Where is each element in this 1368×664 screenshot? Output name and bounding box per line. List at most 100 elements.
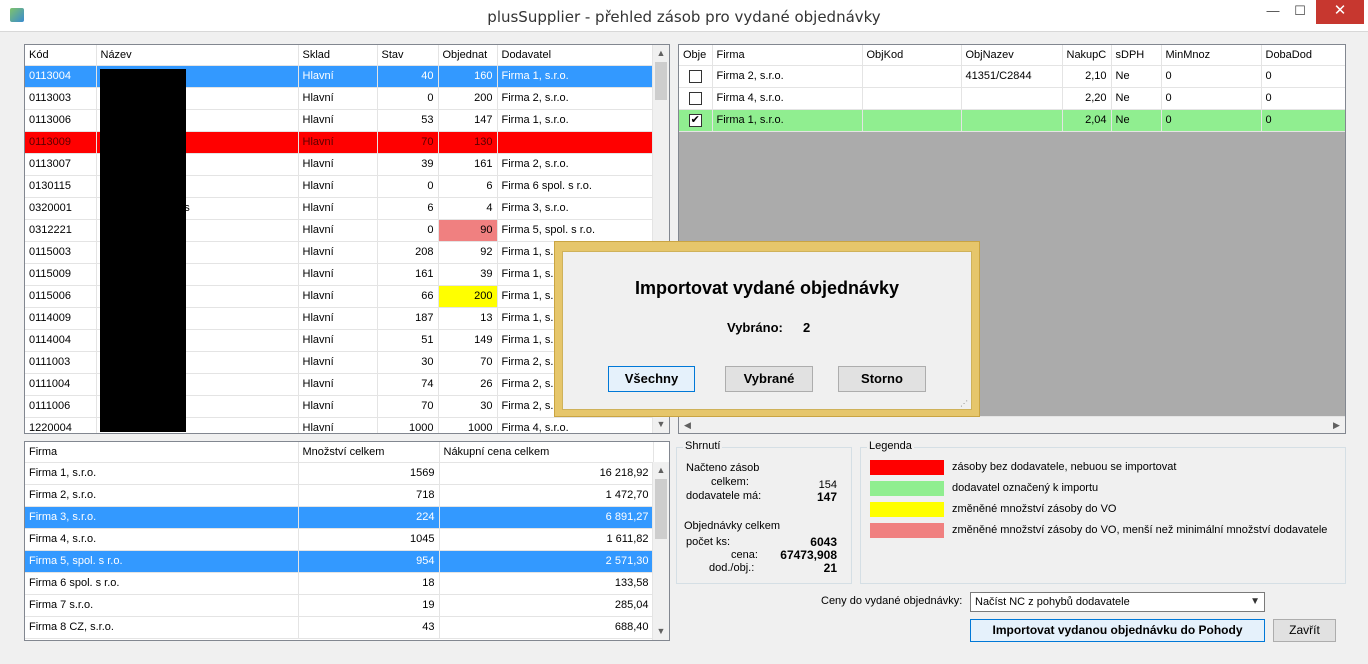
totals-column-header[interactable]: Nákupní cena celkem <box>439 442 654 463</box>
cell-mnozstvi[interactable]: 43 <box>298 616 440 639</box>
cell-cena[interactable]: 1 611,82 <box>439 528 654 551</box>
cell-dodavatel[interactable]: Firma 6 spol. s r.o. <box>497 175 654 198</box>
table-row[interactable]: Firma 6 spol. s r.o. 18 133,58 <box>25 572 654 595</box>
cell-stav[interactable]: 161 <box>377 263 439 286</box>
cell-sklad[interactable]: Hlavní <box>298 197 378 220</box>
cell-objednat[interactable]: 200 <box>438 285 498 308</box>
cell-objednat[interactable]: 26 <box>438 373 498 396</box>
cell-mnozstvi[interactable]: 1569 <box>298 462 440 485</box>
cell-sklad[interactable]: Hlavní <box>298 329 378 352</box>
cell-firma[interactable]: Firma 1, s.r.o. <box>25 462 299 485</box>
cell-kod[interactable]: 0113004 <box>25 65 97 88</box>
cell-dobadod[interactable]: 0 <box>1261 65 1345 88</box>
table-row[interactable]: Firma 2, s.r.o. 718 1 472,70 <box>25 484 654 507</box>
cell-sklad[interactable]: Hlavní <box>298 65 378 88</box>
cell-dodavatel[interactable]: Firma 4, s.r.o. <box>497 417 654 433</box>
cell-checkbox[interactable]: ✔ <box>679 109 713 132</box>
cell-kod[interactable]: 0115003 <box>25 241 97 264</box>
minimize-button[interactable]: — <box>1260 0 1286 24</box>
table-row[interactable]: Firma 1, s.r.o. 1569 16 218,92 <box>25 462 654 485</box>
cell-kod[interactable]: 0111004 <box>25 373 97 396</box>
cell-objkod[interactable] <box>862 109 962 132</box>
table-row[interactable]: Firma 2, s.r.o. 41351/C2844 2,10 Ne 0 0 <box>679 65 1345 88</box>
resize-grip-icon[interactable]: ⋰ <box>960 399 968 408</box>
scroll-up-icon[interactable]: ▲ <box>653 462 669 479</box>
import-order-button[interactable]: Importovat vydanou objednávku do Pohody <box>970 619 1265 642</box>
cell-dodavatel[interactable]: Firma 5, spol. s r.o. <box>497 219 654 242</box>
cell-nakupc[interactable]: 2,20 <box>1062 87 1112 110</box>
cell-mnozstvi[interactable]: 224 <box>298 506 440 529</box>
import-checkbox[interactable] <box>688 91 702 105</box>
cell-kod[interactable]: 0114004 <box>25 329 97 352</box>
totals-grid-scrollbar[interactable]: ▲ ▼ <box>652 462 669 640</box>
cell-dodavatel[interactable]: Firma 1, s.r.o. <box>497 109 654 132</box>
cell-stav[interactable]: 70 <box>377 131 439 154</box>
cell-firma[interactable]: Firma 2, s.r.o. <box>712 65 863 88</box>
scroll-down-icon[interactable]: ▼ <box>653 416 669 433</box>
stock-column-header[interactable]: Objednat <box>438 45 498 66</box>
cell-stav[interactable]: 1000 <box>377 417 439 433</box>
scroll-thumb[interactable] <box>655 62 667 100</box>
supplier-column-header[interactable]: Firma <box>712 45 863 66</box>
cell-sklad[interactable]: Hlavní <box>298 241 378 264</box>
supplier-column-header[interactable]: NakupC <box>1062 45 1112 66</box>
scroll-down-icon[interactable]: ▼ <box>653 623 669 640</box>
cell-stav[interactable]: 6 <box>377 197 439 220</box>
cell-dodavatel[interactable]: Firma 2, s.r.o. <box>497 153 654 176</box>
selected-button[interactable]: Vybrané <box>725 366 813 392</box>
cell-objednat[interactable]: 70 <box>438 351 498 374</box>
cell-firma[interactable]: Firma 2, s.r.o. <box>25 484 299 507</box>
import-checkbox[interactable] <box>688 69 702 83</box>
cell-cena[interactable]: 16 218,92 <box>439 462 654 485</box>
cell-minmnoz[interactable]: 0 <box>1161 87 1262 110</box>
cell-objednat[interactable]: 149 <box>438 329 498 352</box>
cell-dodavatel[interactable]: Firma 2, s.r.o. <box>497 87 654 110</box>
cell-kod[interactable]: 0111006 <box>25 395 97 418</box>
cell-kod[interactable]: 0115009 <box>25 263 97 286</box>
cell-cena[interactable]: 688,40 <box>439 616 654 639</box>
cell-cena[interactable]: 285,04 <box>439 594 654 617</box>
cell-sdph[interactable]: Ne <box>1111 109 1162 132</box>
cell-sklad[interactable]: Hlavní <box>298 153 378 176</box>
cell-nakupc[interactable]: 2,04 <box>1062 109 1112 132</box>
cell-sklad[interactable]: Hlavní <box>298 131 378 154</box>
cell-kod[interactable]: 0113003 <box>25 87 97 110</box>
cell-firma[interactable]: Firma 5, spol. s r.o. <box>25 550 299 573</box>
cell-sklad[interactable]: Hlavní <box>298 373 378 396</box>
cell-objednat[interactable]: 160 <box>438 65 498 88</box>
cell-firma[interactable]: Firma 8 CZ, s.r.o. <box>25 616 299 639</box>
scroll-thumb[interactable] <box>655 479 667 539</box>
totals-column-header[interactable]: Množství celkem <box>298 442 440 463</box>
cell-stav[interactable]: 70 <box>377 395 439 418</box>
cell-objednat[interactable]: 147 <box>438 109 498 132</box>
cell-objednat[interactable]: 1000 <box>438 417 498 433</box>
cell-dobadod[interactable]: 0 <box>1261 87 1345 110</box>
cell-stav[interactable]: 53 <box>377 109 439 132</box>
cell-sklad[interactable]: Hlavní <box>298 417 378 433</box>
cell-nakupc[interactable]: 2,10 <box>1062 65 1112 88</box>
cell-sklad[interactable]: Hlavní <box>298 395 378 418</box>
cell-stav[interactable]: 0 <box>377 87 439 110</box>
cell-kod[interactable]: 0115006 <box>25 285 97 308</box>
stock-column-header[interactable]: Sklad <box>298 45 378 66</box>
cell-cena[interactable]: 6 891,27 <box>439 506 654 529</box>
cell-stav[interactable]: 0 <box>377 219 439 242</box>
stock-column-header[interactable]: Dodavatel <box>497 45 654 66</box>
cell-sklad[interactable]: Hlavní <box>298 87 378 110</box>
cell-mnozstvi[interactable]: 954 <box>298 550 440 573</box>
cell-sklad[interactable]: Hlavní <box>298 285 378 308</box>
cancel-button[interactable]: Storno <box>838 366 926 392</box>
cell-sklad[interactable]: Hlavní <box>298 109 378 132</box>
table-row[interactable]: Firma 4, s.r.o. 2,20 Ne 0 0 <box>679 87 1345 110</box>
cell-objednat[interactable]: 13 <box>438 307 498 330</box>
cell-stav[interactable]: 187 <box>377 307 439 330</box>
import-checkbox[interactable]: ✔ <box>688 113 702 127</box>
cell-objednat[interactable]: 200 <box>438 87 498 110</box>
close-window-button[interactable]: ✕ <box>1316 0 1364 24</box>
table-row[interactable]: ✔ Firma 1, s.r.o. 2,04 Ne 0 0 <box>679 109 1345 132</box>
scroll-up-icon[interactable]: ▲ <box>653 45 669 62</box>
table-row[interactable]: Firma 7 s.r.o. 19 285,04 <box>25 594 654 617</box>
scroll-right-icon[interactable]: ▶ <box>1328 417 1345 433</box>
cell-objnazev[interactable]: 41351/C2844 <box>961 65 1063 88</box>
cell-kod[interactable]: 1220004 <box>25 417 97 433</box>
